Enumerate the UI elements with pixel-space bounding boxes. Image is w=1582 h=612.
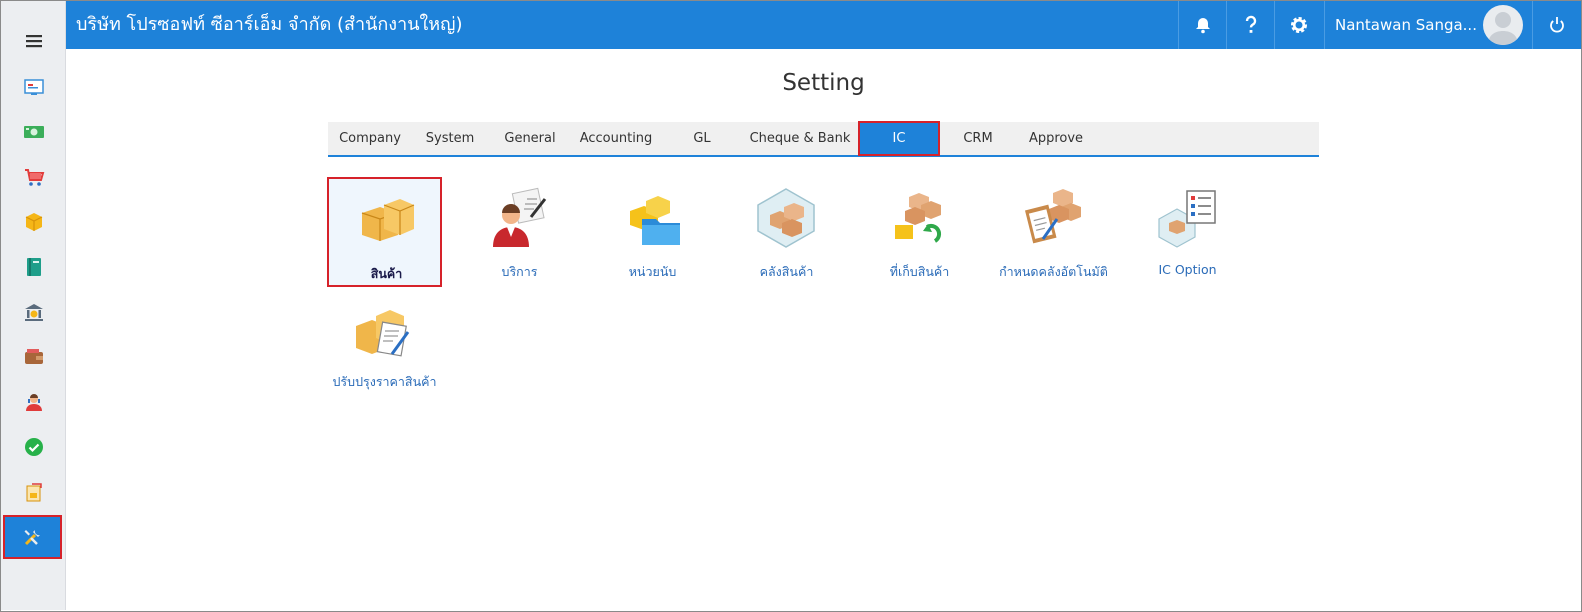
- settings-tab-bar: Company System General Accounting GL Che…: [328, 121, 1319, 157]
- unit-folder-icon: [630, 196, 680, 245]
- price-adjust-icon: [356, 310, 410, 357]
- power-icon[interactable]: [1532, 1, 1581, 49]
- setting-item-product[interactable]: สินค้า: [327, 177, 442, 287]
- item-label: กำหนดคลังอัตโนมัติ: [999, 264, 1108, 279]
- product-boxes-icon: [361, 199, 415, 241]
- setting-item-ic-option[interactable]: IC Option: [1130, 177, 1245, 287]
- menu-icon[interactable]: [1, 19, 66, 63]
- company-name[interactable]: บริษัท โปรซอฟท์ ซีอาร์เอ็ม จำกัด (สำนักง…: [76, 1, 463, 49]
- money-icon[interactable]: [1, 110, 66, 154]
- sidebar: [1, 1, 66, 610]
- gear-icon[interactable]: [1274, 1, 1322, 49]
- cart-icon[interactable]: [1, 155, 66, 199]
- tab-accounting[interactable]: Accounting: [572, 122, 660, 155]
- storage-location-icon: [895, 193, 942, 243]
- box-icon[interactable]: [1, 200, 66, 244]
- service-agent-icon: [493, 187, 547, 247]
- tab-gl[interactable]: GL: [672, 122, 732, 155]
- tab-approve[interactable]: Approve: [1020, 122, 1092, 155]
- setting-item-price-adjust[interactable]: ปรับปรุงราคาสินค้า: [327, 290, 442, 400]
- setting-item-storage[interactable]: ที่เก็บสินค้า: [862, 177, 977, 287]
- user-menu[interactable]: Nantawan Sanga...: [1324, 1, 1532, 49]
- tab-crm[interactable]: CRM: [948, 122, 1008, 155]
- report-icon[interactable]: [1, 470, 66, 514]
- bank-icon[interactable]: [1, 290, 66, 334]
- item-label: บริการ: [501, 264, 538, 279]
- wallet-icon[interactable]: [1, 335, 66, 379]
- warehouse-icon: [757, 188, 815, 248]
- tab-cheque-bank[interactable]: Cheque & Bank: [746, 122, 854, 155]
- avatar[interactable]: [1483, 5, 1523, 45]
- item-label: ที่เก็บสินค้า: [889, 264, 950, 279]
- item-label: หน่วยนับ: [628, 264, 677, 279]
- tab-company[interactable]: Company: [330, 122, 410, 155]
- dashboard-icon[interactable]: [1, 65, 66, 109]
- item-label: สินค้า: [370, 266, 403, 281]
- user-name[interactable]: Nantawan Sanga...: [1335, 1, 1477, 49]
- setting-item-warehouse[interactable]: คลังสินค้า: [729, 177, 844, 287]
- settings-tools-icon[interactable]: [3, 515, 62, 559]
- tab-general[interactable]: General: [496, 122, 564, 155]
- setting-item-unit[interactable]: หน่วยนับ: [595, 177, 710, 287]
- item-label: คลังสินค้า: [759, 264, 814, 279]
- approve-icon[interactable]: [1, 425, 66, 469]
- book-icon[interactable]: [1, 245, 66, 289]
- auto-warehouse-icon: [1025, 189, 1081, 244]
- setting-item-service[interactable]: บริการ: [462, 177, 577, 287]
- page-title: Setting: [782, 70, 865, 96]
- tab-system[interactable]: System: [416, 122, 484, 155]
- contact-icon[interactable]: [1, 380, 66, 424]
- ic-option-icon: [1158, 190, 1216, 248]
- tab-ic[interactable]: IC: [858, 121, 940, 156]
- setting-item-auto-warehouse[interactable]: กำหนดคลังอัตโนมัติ: [996, 177, 1111, 287]
- top-header: บริษัท โปรซอฟท์ ซีอาร์เอ็ม จำกัด (สำนักง…: [66, 1, 1581, 49]
- bell-icon[interactable]: [1178, 1, 1226, 49]
- item-label: ปรับปรุงราคาสินค้า: [332, 374, 437, 389]
- help-icon[interactable]: [1226, 1, 1274, 49]
- item-label: IC Option: [1158, 262, 1217, 277]
